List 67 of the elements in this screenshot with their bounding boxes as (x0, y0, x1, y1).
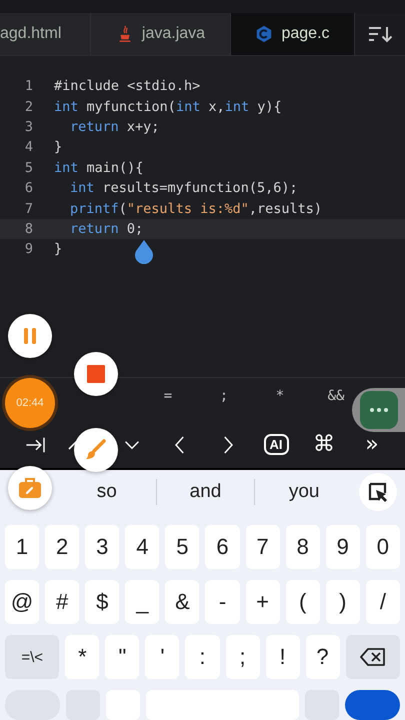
keyboard-key[interactable]: 8 (286, 525, 320, 569)
keyboard-key[interactable]: # (45, 580, 80, 624)
keyboard-key[interactable]: 3 (85, 525, 120, 569)
keyboard-key[interactable]: 0 (366, 525, 400, 569)
keyboard-key[interactable]: ( (286, 580, 320, 624)
keyboard-key[interactable]: * (65, 635, 100, 679)
keyboard-key[interactable]: @ (5, 580, 40, 624)
keyboard-key[interactable]: 2 (45, 525, 80, 569)
keyboard-key[interactable]: 1 (5, 525, 40, 569)
line-number: 7 (24, 200, 33, 217)
keyboard-key[interactable]: 6 (205, 525, 240, 569)
keyboard-key[interactable]: + (246, 580, 280, 624)
more-icon (369, 407, 389, 413)
line-number: 2 (24, 98, 33, 115)
keyboard-key[interactable]: " (105, 635, 140, 679)
symbol-page-key[interactable]: =\< (5, 635, 60, 679)
keyboard-key[interactable]: ; (226, 635, 260, 679)
keyboard-key[interactable]: ) (326, 580, 360, 624)
line-number: 5 (24, 160, 33, 176)
file-tab[interactable]: page.c (231, 13, 355, 55)
ai-button[interactable]: AI (264, 434, 288, 455)
symbol-key[interactable]: * (276, 388, 284, 404)
keyboard-key[interactable]: ? (306, 635, 340, 679)
line-number: 1 (24, 78, 33, 94)
code-line: int myfunction(int x,int y){ (54, 98, 282, 115)
more-key[interactable]: » (361, 434, 383, 456)
cursor-handle[interactable] (133, 239, 155, 265)
c-hexagon-icon (255, 25, 274, 43)
code-line: #include <stdio.h> (54, 78, 200, 94)
code-line: int main(){ (54, 160, 144, 176)
backspace-icon[interactable] (360, 647, 386, 667)
keyboard-key[interactable]: ' (145, 635, 180, 679)
word-suggestion[interactable]: so (90, 479, 123, 505)
code-line: } (54, 139, 62, 156)
keyboard-key[interactable]: & (165, 580, 200, 624)
line-number: 8 (24, 220, 33, 237)
line-number: 3 (24, 118, 33, 135)
symbol-key[interactable]: ; (220, 388, 228, 404)
code-line: printf("results is:%d",results) (69, 200, 322, 217)
code-line: return 0; (69, 220, 144, 237)
keyboard-key[interactable]: $ (85, 580, 120, 624)
cursor-select-icon[interactable] (367, 481, 390, 503)
command-key[interactable]: ⌘ (309, 434, 339, 456)
keyboard-key[interactable]: 9 (326, 525, 360, 569)
symbol-key[interactable]: = (164, 388, 172, 404)
keyboard-key[interactable]: : (185, 635, 220, 679)
code-line: return x+y; (69, 118, 160, 135)
sort-icon[interactable] (367, 24, 393, 44)
keyboard-key[interactable]: ! (266, 635, 300, 679)
word-suggestion[interactable]: and (184, 479, 228, 505)
line-number: 4 (24, 139, 33, 156)
word-suggestion[interactable]: you (282, 479, 326, 505)
code-line: } (54, 241, 62, 258)
more-options-button[interactable] (352, 388, 405, 432)
line-number: 6 (24, 180, 33, 196)
enter-key[interactable] (345, 690, 400, 720)
code-line: int results=myfunction(5,6); (69, 180, 298, 196)
keyboard-key[interactable]: 4 (125, 525, 160, 569)
file-tab[interactable]: java.java (91, 13, 231, 55)
keyboard-key[interactable]: - (205, 580, 240, 624)
keyboard-key[interactable]: / (366, 580, 400, 624)
line-number: 9 (24, 241, 33, 258)
symbol-key[interactable]: && (328, 388, 344, 404)
keyboard-key[interactable]: 7 (246, 525, 280, 569)
keyboard-key[interactable]: 5 (165, 525, 200, 569)
file-tab[interactable]: agd.html (0, 13, 91, 55)
keyboard-key[interactable]: _ (125, 580, 160, 624)
